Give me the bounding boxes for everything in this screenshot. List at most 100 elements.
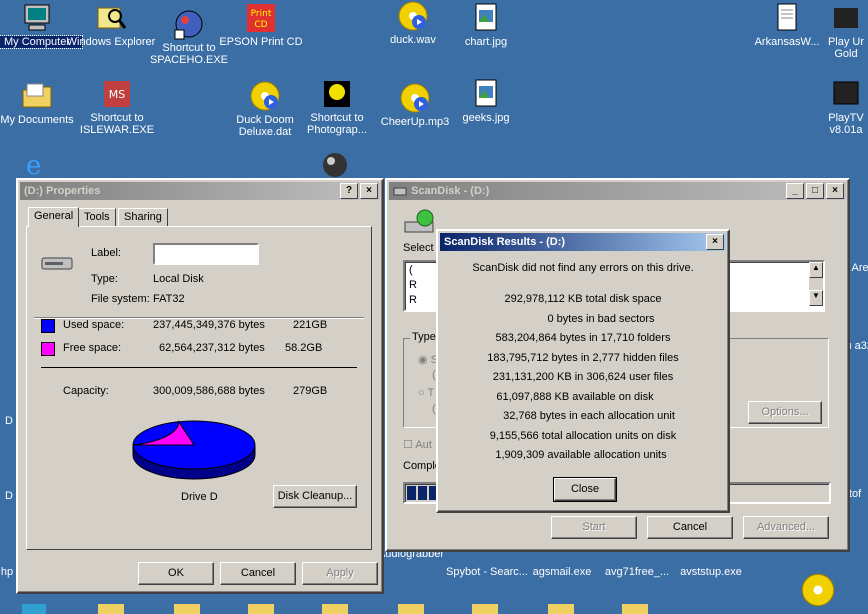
capacity-bytes: 300,009,586,688 bytes bbox=[153, 385, 265, 397]
results-close-button[interactable]: Close bbox=[553, 477, 617, 502]
results-allocation-unit: 32,768 bytes in each allocation unit bbox=[503, 410, 675, 422]
close-icon[interactable]: × bbox=[706, 234, 724, 250]
tab-label: Tools bbox=[84, 211, 110, 223]
type-caption: Type: bbox=[91, 273, 118, 285]
filesystem-value: FAT32 bbox=[153, 293, 185, 305]
desktop-icon-geeks-jpg[interactable]: geeks.jpg bbox=[441, 78, 531, 124]
desktop-icon-avststup[interactable]: avststup.exe bbox=[666, 566, 756, 578]
svg-text:e: e bbox=[26, 151, 41, 178]
tab-label: General bbox=[34, 210, 74, 222]
close-button[interactable]: × bbox=[360, 183, 378, 199]
free-color-swatch bbox=[41, 342, 55, 356]
checkbox-label: Aut bbox=[415, 439, 432, 451]
progress-block bbox=[418, 486, 427, 500]
options-button[interactable]: Options... bbox=[748, 401, 822, 424]
desktop-icon-label: chart.jpg bbox=[464, 36, 508, 48]
desktop-icon-label: avststup.exe bbox=[680, 566, 742, 578]
image-file-icon bbox=[475, 79, 497, 107]
maximize-button[interactable]: □ bbox=[806, 183, 824, 199]
capacity-divider bbox=[41, 367, 357, 368]
desktop-icon-photograp[interactable]: Shortcut to Photograp... bbox=[292, 78, 382, 136]
game-icon bbox=[834, 8, 858, 28]
computer-icon bbox=[24, 4, 50, 31]
ok-button[interactable]: OK bbox=[138, 562, 214, 585]
results-title: ScanDisk Results - (D:) bbox=[444, 236, 566, 248]
folder-icon bbox=[472, 604, 498, 614]
label-caption: Label: bbox=[91, 247, 121, 259]
button-label: Cancel bbox=[672, 521, 708, 533]
disk-usage-pie bbox=[132, 420, 256, 480]
filesystem-caption: File system: bbox=[91, 293, 150, 305]
apply-button[interactable]: Apply bbox=[302, 562, 378, 585]
radio-standard[interactable]: ◉ S bbox=[418, 353, 438, 366]
desktop-icon-islewar[interactable]: MS Shortcut to ISLEWAR.EXE bbox=[72, 78, 162, 136]
close-button[interactable]: × bbox=[826, 183, 844, 199]
desktop-icon-chart-jpg[interactable]: chart.jpg bbox=[441, 2, 531, 48]
drive-icon bbox=[41, 257, 73, 270]
properties-window: (D:) Properties ? × General Tools Sharin… bbox=[16, 178, 384, 594]
folder-icon bbox=[398, 604, 424, 614]
folder-icon bbox=[548, 604, 574, 614]
svg-text:CD: CD bbox=[254, 20, 267, 30]
audio-file-icon bbox=[398, 1, 428, 31]
cd-icon bbox=[801, 573, 835, 607]
scrollbar[interactable]: ▲ ▼ bbox=[809, 262, 823, 306]
used-caption: Used space: bbox=[63, 319, 125, 331]
tab-general[interactable]: General bbox=[28, 207, 80, 227]
advanced-button[interactable]: Advanced... bbox=[743, 516, 829, 539]
tab-sharing[interactable]: Sharing bbox=[118, 208, 168, 227]
type-group-label: Type bbox=[410, 331, 438, 343]
image-file-icon bbox=[475, 3, 497, 31]
properties-titlebar[interactable]: (D:) Properties ? × bbox=[20, 182, 380, 200]
folder-icon bbox=[622, 604, 648, 614]
shortcut-icon: MS bbox=[104, 81, 130, 107]
results-user-files: 231,131,200 KB in 306,624 user files bbox=[492, 371, 674, 383]
free-bytes: 62,564,237,312 bytes bbox=[159, 342, 265, 354]
cancel-button[interactable]: Cancel bbox=[220, 562, 296, 585]
desktop-icon-windows-explorer[interactable]: Windows Explorer bbox=[66, 2, 156, 48]
desktop-icon-label: geeks.jpg bbox=[462, 112, 510, 124]
disk-cleanup-button[interactable]: Disk Cleanup... bbox=[273, 485, 357, 508]
desktop-icon-label: Shortcut to ISLEWAR.EXE bbox=[79, 112, 155, 136]
desktop-icon-label: My Documents bbox=[0, 114, 74, 126]
scroll-down-icon[interactable]: ▼ bbox=[809, 290, 823, 306]
results-titlebar[interactable]: ScanDisk Results - (D:) × bbox=[440, 233, 726, 251]
button-label: Start bbox=[582, 521, 606, 533]
list-item[interactable]: R bbox=[409, 279, 417, 291]
folder-icon bbox=[248, 604, 274, 614]
desktop-icon-play-ur-gold[interactable]: Play Ur Gold bbox=[816, 2, 868, 60]
list-item[interactable]: R bbox=[409, 294, 417, 306]
folder-icon bbox=[22, 83, 52, 108]
folder-icon bbox=[322, 604, 348, 614]
button-label: Cancel bbox=[240, 567, 276, 579]
auto-fix-checkbox[interactable]: ☐ Aut bbox=[403, 438, 432, 451]
desktop-icon-my-documents[interactable]: My Documents bbox=[0, 80, 82, 126]
results-folders: 583,204,864 bytes in 17,710 folders bbox=[495, 332, 671, 344]
list-item[interactable]: ( bbox=[409, 264, 413, 276]
help-button[interactable]: ? bbox=[340, 183, 358, 199]
button-label: Advanced... bbox=[756, 521, 816, 533]
type-value: Local Disk bbox=[153, 273, 204, 285]
tab-tools[interactable]: Tools bbox=[78, 208, 116, 227]
results-bad-sectors: 0 bytes in bad sectors bbox=[547, 313, 655, 325]
volume-label-input[interactable] bbox=[153, 243, 259, 265]
desktop-icon-epson[interactable]: Print CD EPSON Print CD bbox=[216, 2, 306, 48]
button-label: Options... bbox=[761, 406, 809, 418]
minimize-button[interactable]: _ bbox=[786, 183, 804, 199]
start-button[interactable]: Start bbox=[551, 516, 637, 539]
properties-title: (D:) Properties bbox=[24, 185, 101, 197]
ie-icon: e bbox=[26, 151, 41, 178]
scroll-up-icon[interactable]: ▲ bbox=[809, 262, 823, 278]
audio-file-icon bbox=[400, 83, 430, 113]
desktop-icon-label: Shortcut to Photograp... bbox=[307, 112, 367, 136]
desktop-icon-playtv[interactable]: PlayTV v8.01a bbox=[816, 78, 868, 136]
button-label: Disk Cleanup... bbox=[277, 490, 353, 502]
scandisk-cancel-button[interactable]: Cancel bbox=[647, 516, 733, 539]
desktop-icon-label: PlayTV v8.01a bbox=[828, 112, 864, 136]
progress-block bbox=[407, 486, 416, 500]
scandisk-titlebar[interactable]: ScanDisk - (D:) _ □ × bbox=[389, 182, 846, 200]
select-text: Select bbox=[403, 242, 434, 254]
tab-label: Sharing bbox=[124, 211, 162, 223]
folder-icon bbox=[174, 604, 200, 614]
shortcut-icon bbox=[174, 10, 203, 40]
